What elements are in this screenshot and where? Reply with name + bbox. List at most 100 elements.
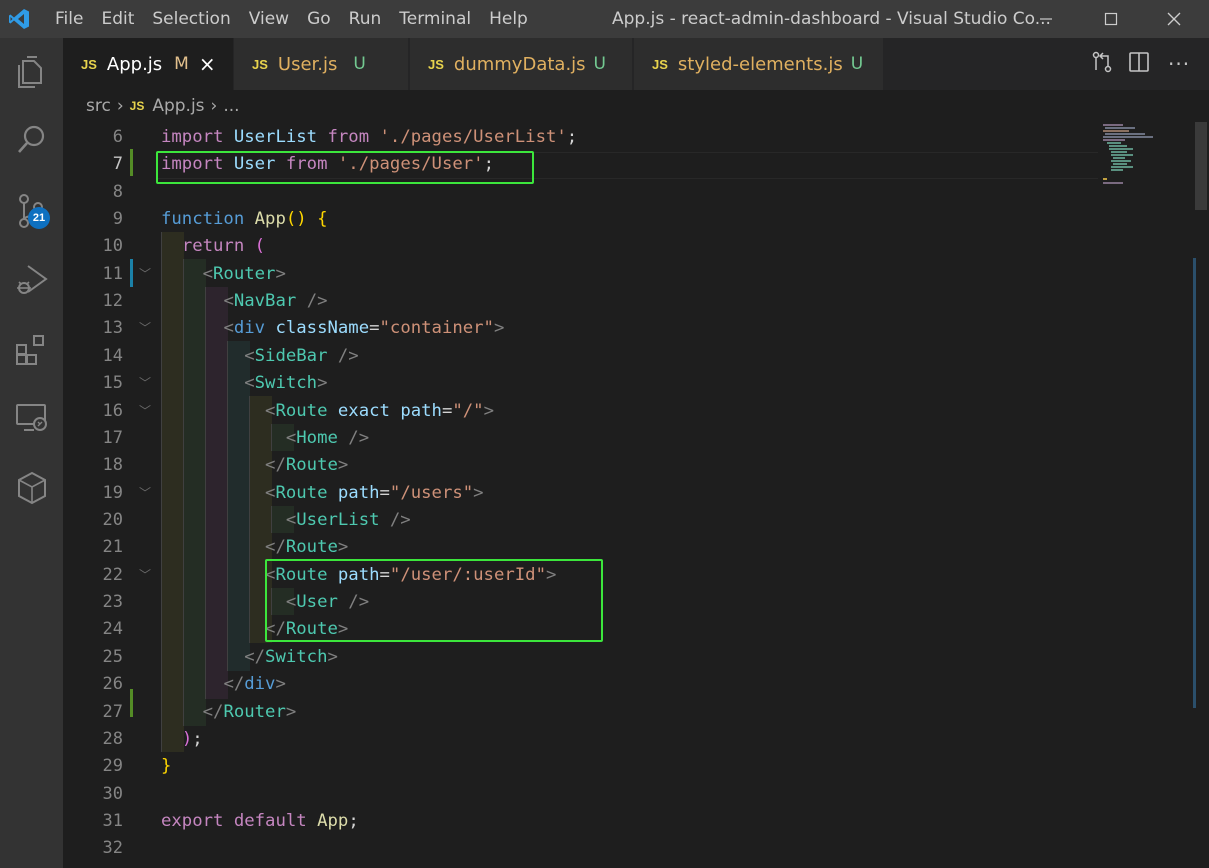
menu-selection[interactable]: Selection — [143, 9, 239, 29]
docker-icon — [17, 471, 46, 505]
line-number: 29 — [102, 756, 123, 776]
tab-label: User.js — [277, 53, 338, 75]
breadcrumb-folder[interactable]: src — [86, 96, 111, 116]
code-line: 17 <Home /> — [63, 425, 1098, 452]
js-file-icon: JS — [81, 56, 97, 72]
line-number: 15 — [102, 373, 123, 393]
code-text: <Home /> — [285, 428, 370, 448]
code-line: 20 <UserList /> — [63, 507, 1098, 534]
source-control-button[interactable]: 21 — [0, 183, 63, 239]
code-line: 25 </Switch> — [63, 644, 1098, 671]
code-text: <Route path="/users"> — [265, 483, 484, 503]
maximize-icon — [1104, 12, 1118, 26]
line-number: 14 — [102, 346, 123, 366]
line-number: 28 — [102, 729, 123, 749]
modified-indicator: M — [174, 54, 189, 74]
search-button[interactable] — [0, 112, 63, 168]
vertical-scrollbar[interactable] — [1193, 122, 1209, 868]
line-number: 7 — [112, 154, 123, 174]
code-text: <Switch> — [244, 373, 328, 393]
scrollbar-thumb[interactable] — [1195, 122, 1207, 210]
code-text: </Router> — [202, 702, 297, 722]
code-text: function App() { — [161, 209, 328, 229]
breadcrumb: src › JS App.js › ... — [63, 90, 1209, 122]
extensions-button[interactable] — [0, 322, 63, 378]
code-line: 27 </Router> — [63, 699, 1098, 726]
more-actions-icon[interactable]: ··· — [1168, 52, 1196, 76]
tab-styled-elements-js[interactable]: JS styled-elements.js U — [634, 38, 884, 90]
close-tab-icon[interactable]: × — [199, 52, 216, 76]
tab-user-js[interactable]: JS User.js U — [234, 38, 409, 90]
tab-label: App.js — [106, 53, 163, 75]
minimap[interactable] — [1097, 122, 1193, 222]
tab-dummydata-js[interactable]: JS dummyData.js U — [410, 38, 633, 90]
js-file-icon: JS — [652, 56, 668, 72]
menu-view[interactable]: View — [240, 9, 298, 29]
code-text: return ( — [181, 236, 266, 256]
scrollbar-annotation — [1193, 258, 1196, 708]
maximize-button[interactable] — [1076, 0, 1146, 38]
title-bar: File Edit Selection View Go Run Terminal… — [0, 0, 1209, 38]
window-title: App.js - react-admin-dashboard - Visual … — [612, 9, 1051, 29]
menu-file[interactable]: File — [46, 9, 92, 29]
fold-chevron-icon[interactable]: ﹀ — [139, 480, 153, 507]
code-line: 6 import UserList from './pages/UserList… — [63, 124, 1098, 151]
line-number: 6 — [112, 127, 123, 147]
tab-label: styled-elements.js — [677, 53, 843, 75]
line-number: 8 — [112, 182, 123, 202]
vscode-logo-icon — [0, 0, 38, 38]
line-number: 21 — [102, 537, 123, 557]
fold-chevron-icon[interactable]: ﹀ — [139, 370, 153, 397]
explorer-icon — [17, 56, 42, 88]
line-number: 17 — [102, 428, 123, 448]
line-number: 13 — [102, 318, 123, 338]
menu-bar: File Edit Selection View Go Run Terminal… — [46, 0, 537, 38]
editor-actions: ··· — [1090, 38, 1196, 90]
code-line: 13 ﹀ <div className="container"> — [63, 315, 1098, 342]
line-number: 30 — [102, 784, 123, 804]
menu-terminal[interactable]: Terminal — [390, 9, 480, 29]
menu-edit[interactable]: Edit — [92, 9, 143, 29]
line-number: 24 — [102, 619, 123, 639]
code-text: } — [161, 756, 172, 776]
fold-chevron-icon[interactable]: ﹀ — [139, 315, 153, 342]
close-window-button[interactable] — [1139, 0, 1209, 38]
fold-chevron-icon[interactable]: ﹀ — [139, 562, 153, 589]
untracked-indicator: U — [593, 54, 606, 74]
line-number: 31 — [102, 811, 123, 831]
menu-go[interactable]: Go — [298, 9, 340, 29]
run-debug-button[interactable] — [0, 252, 63, 308]
open-changes-button[interactable] — [1090, 50, 1118, 78]
code-text: <UserList /> — [285, 510, 411, 530]
fold-chevron-icon[interactable]: ﹀ — [139, 398, 153, 425]
code-line: 21 </Route> — [63, 534, 1098, 561]
split-editor-icon — [1129, 52, 1149, 72]
code-line: 15 ﹀ <Switch> — [63, 370, 1098, 397]
code-line: 14 <SideBar /> — [63, 343, 1098, 370]
code-text: <Route exact path="/"> — [265, 401, 494, 421]
code-text: </Route> — [265, 455, 349, 475]
line-number: 12 — [102, 291, 123, 311]
breadcrumb-file[interactable]: App.js — [152, 96, 204, 116]
code-text: </Route> — [265, 537, 349, 557]
split-editor-button[interactable] — [1128, 51, 1156, 77]
explorer-button[interactable] — [0, 44, 63, 100]
menu-help[interactable]: Help — [480, 9, 537, 29]
line-number: 19 — [102, 483, 123, 503]
menu-run[interactable]: Run — [340, 9, 391, 29]
minimap-preview — [1103, 124, 1153, 184]
code-editor[interactable]: 6 import UserList from './pages/UserList… — [63, 122, 1209, 868]
code-line: 29 } — [63, 753, 1098, 780]
code-line: 28 ); — [63, 726, 1098, 753]
line-number: 27 — [102, 702, 123, 722]
breadcrumb-symbol[interactable]: ... — [223, 96, 239, 116]
fold-chevron-icon[interactable]: ﹀ — [139, 261, 153, 288]
minimize-button[interactable] — [1011, 0, 1081, 38]
tab-label: dummyData.js — [453, 53, 586, 75]
untracked-indicator: U — [850, 54, 864, 74]
code-line: 9 function App() { — [63, 206, 1098, 233]
remote-explorer-button[interactable] — [0, 390, 63, 446]
docker-button[interactable] — [0, 460, 63, 516]
line-number: 11 — [102, 264, 123, 284]
tab-app-js[interactable]: JS App.js M × — [63, 38, 233, 90]
